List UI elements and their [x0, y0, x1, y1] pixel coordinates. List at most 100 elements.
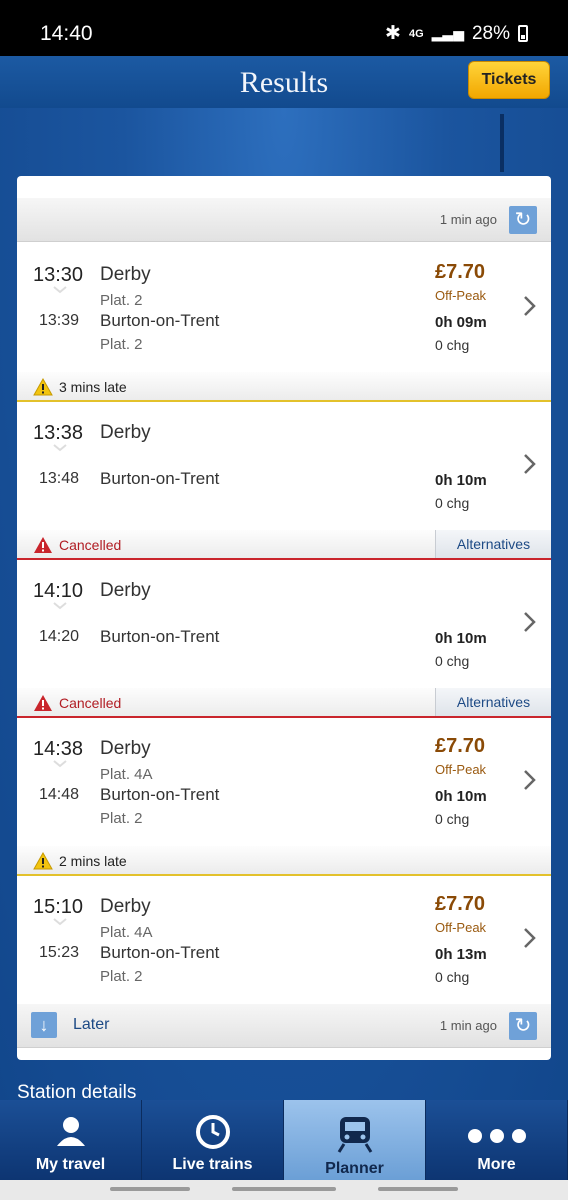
app-header: Results Tickets [0, 56, 568, 108]
alternatives-button[interactable]: Alternatives [435, 530, 551, 558]
journey-duration: 0h 10m [435, 630, 487, 647]
destination-platform: Plat. 2 [100, 968, 143, 985]
network-type: 4G [408, 27, 424, 40]
destination-station: Burton-on-Trent [100, 311, 220, 330]
fare-price: £7.70 [435, 735, 486, 757]
refresh-icon: ↻ [514, 1015, 532, 1037]
chevron-right-icon [524, 928, 536, 948]
battery-icon [518, 25, 528, 42]
nav-handle[interactable] [110, 1187, 190, 1191]
tab-more[interactable]: More [426, 1100, 568, 1180]
chevron-down-icon [53, 760, 67, 768]
clock-icon [195, 1115, 230, 1149]
system-nav-bar [0, 1180, 568, 1200]
nav-handle[interactable] [378, 1187, 458, 1191]
refresh-button[interactable]: ↻ [509, 1012, 537, 1040]
journey-row[interactable]: 14:38 14:48 Derby Plat. 4A Burton-on-Tre… [17, 718, 551, 846]
tab-label: Planner [325, 1160, 384, 1177]
destination-station: Burton-on-Trent [100, 785, 220, 804]
arrival-time: 14:20 [39, 628, 80, 645]
journey-changes: 0 chg [435, 653, 470, 669]
chevron-down-icon [53, 286, 67, 294]
destination-station: Burton-on-Trent [100, 943, 220, 962]
origin-platform: Plat. 4A [100, 766, 153, 783]
journey-duration: 0h 09m [435, 314, 487, 331]
warning-icon [33, 378, 53, 396]
more-dots-icon [467, 1129, 526, 1143]
later-label[interactable]: Later [73, 1016, 109, 1034]
journey-duration: 0h 13m [435, 946, 487, 963]
tab-live-trains[interactable]: Live trains [142, 1100, 284, 1180]
destination-station: Burton-on-Trent [100, 627, 220, 646]
journey-changes: 0 chg [435, 495, 470, 511]
arrow-down-icon: ↓ [39, 1015, 49, 1035]
warning-icon [33, 852, 53, 870]
chevron-down-icon [53, 602, 67, 610]
person-icon [56, 1117, 85, 1146]
journey-changes: 0 chg [435, 969, 470, 985]
origin-station: Derby [100, 580, 151, 601]
journey-row[interactable]: 13:38 13:48 Derby Burton-on-Trent 0h 10m… [17, 402, 551, 530]
chevron-right-icon [524, 296, 536, 316]
refresh-icon: ↻ [514, 209, 532, 231]
tab-planner[interactable]: Planner [284, 1100, 426, 1180]
departure-time: 14:38 [33, 738, 84, 760]
arrival-time: 13:39 [39, 312, 80, 329]
fare-type: Off-Peak [435, 920, 487, 935]
origin-platform: Plat. 2 [100, 292, 143, 309]
journey-row[interactable]: 15:10 15:23 Derby Plat. 4A Burton-on-Tre… [17, 876, 551, 1004]
delay-status: 2 mins late [17, 846, 551, 876]
arrival-time: 14:48 [39, 786, 80, 803]
clock-time: 14:40 [40, 22, 93, 45]
later-button[interactable]: ↓ [31, 1012, 57, 1038]
scroll-indicator[interactable] [500, 114, 504, 172]
journey-row[interactable]: 14:10 14:20 Derby Burton-on-Trent 0h 10m… [17, 560, 551, 688]
tab-my-travel[interactable]: My travel [0, 1100, 142, 1180]
results-list: 1 min ago ↻ 13:30 13:39 Derby Plat. 2 Bu… [17, 176, 551, 1060]
arrival-time: 15:23 [39, 944, 80, 961]
tab-label: Live trains [172, 1156, 253, 1173]
battery-percent: 28% [471, 22, 510, 44]
origin-station: Derby [100, 738, 151, 759]
nav-handle[interactable] [232, 1187, 336, 1191]
origin-station: Derby [100, 264, 151, 285]
journey-duration: 0h 10m [435, 788, 487, 805]
fare-price: £7.70 [435, 893, 486, 915]
origin-station: Derby [100, 896, 151, 917]
fare-type: Off-Peak [435, 288, 487, 303]
departure-time: 15:10 [33, 896, 84, 918]
tickets-button[interactable]: Tickets [468, 61, 550, 99]
status-message: Cancelled [59, 537, 122, 553]
alternatives-button[interactable]: Alternatives [435, 688, 551, 716]
last-updated: 1 min ago [439, 212, 497, 227]
status-message: Cancelled [59, 695, 122, 711]
chevron-right-icon [524, 770, 536, 790]
alert-icon [34, 537, 52, 553]
fare-price: £7.70 [435, 261, 486, 283]
destination-station: Burton-on-Trent [100, 469, 220, 488]
tab-label: More [477, 1156, 516, 1173]
destination-platform: Plat. 2 [100, 810, 143, 827]
journey-row[interactable]: 13:30 13:39 Derby Plat. 2 Burton-on-Tren… [17, 244, 551, 372]
chevron-right-icon [524, 612, 536, 632]
top-refresh-bar: 1 min ago ↻ [17, 198, 551, 242]
status-icons: ✱ 4G ▂▃▅ 28% [385, 22, 528, 45]
status-message: 2 mins late [59, 853, 127, 869]
last-updated: 1 min ago [439, 1018, 497, 1033]
bottom-tab-bar: My travel Live trains Planner More [0, 1100, 568, 1180]
refresh-button[interactable]: ↻ [509, 206, 537, 234]
tab-label: My travel [35, 1156, 106, 1173]
bluetooth-icon: ✱ [385, 23, 401, 44]
cancel-status: Cancelled Alternatives [17, 530, 551, 560]
train-icon [337, 1117, 372, 1153]
fare-type: Off-Peak [435, 762, 487, 777]
departure-time: 13:30 [33, 264, 84, 286]
bottom-refresh-bar: ↓ Later 1 min ago ↻ [17, 1004, 551, 1048]
departure-time: 14:10 [33, 580, 84, 602]
chevron-down-icon [53, 444, 67, 452]
chevron-down-icon [53, 918, 67, 926]
signal-icon: ▂▃▅ [431, 25, 464, 41]
journey-changes: 0 chg [435, 811, 470, 827]
journey-changes: 0 chg [435, 337, 470, 353]
delay-status: 3 mins late [17, 372, 551, 402]
